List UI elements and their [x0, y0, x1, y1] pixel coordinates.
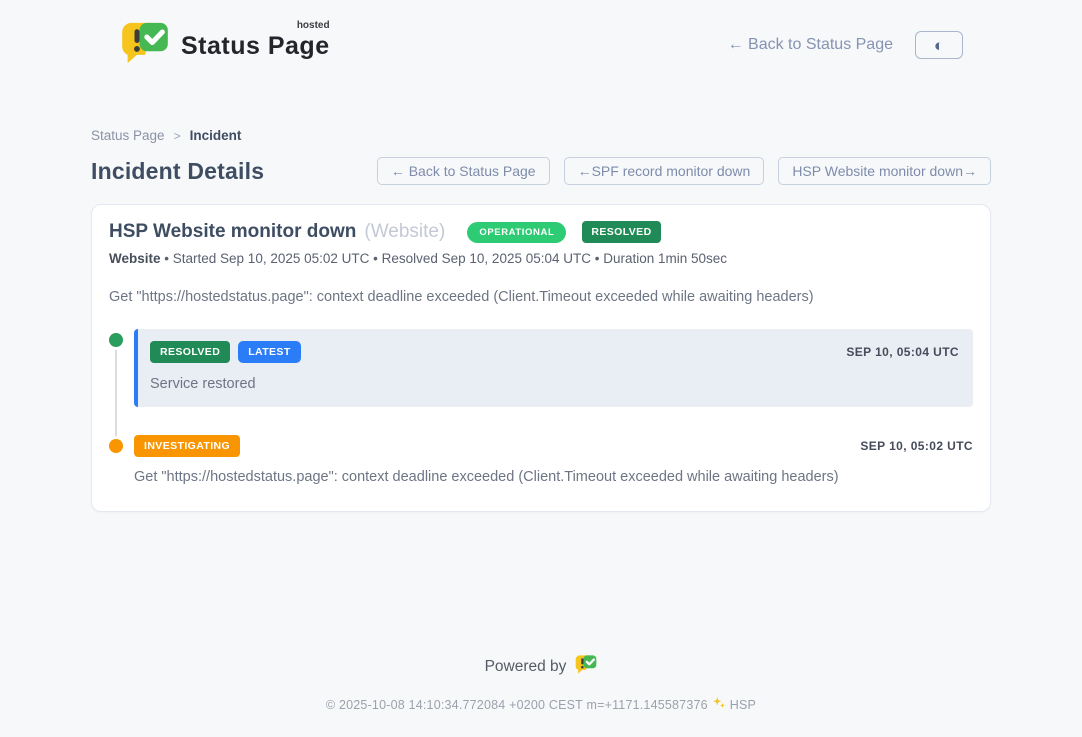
- timeline-entry-body: INVESTIGATING SEP 10, 05:02 UTC Get "htt…: [134, 435, 973, 485]
- breadcrumb-root[interactable]: Status Page: [91, 128, 165, 143]
- timeline-entry-body: RESOLVED LATEST SEP 10, 05:04 UTC Servic…: [134, 329, 973, 407]
- half-circle-theme-icon: ◐: [934, 37, 944, 54]
- prev-incident-button[interactable]: ←SPF record monitor down: [564, 157, 765, 185]
- header-right: ← Back to Status Page ◐: [728, 31, 963, 59]
- timeline-entry-investigating: INVESTIGATING SEP 10, 05:02 UTC Get "htt…: [109, 435, 973, 485]
- incident-card: HSP Website monitor down (Website) OPERA…: [91, 204, 991, 512]
- next-incident-button[interactable]: HSP Website monitor down→: [778, 157, 991, 185]
- main-content: Status Page > Incident Incident Details …: [91, 76, 991, 512]
- incident-meta-details: • Started Sep 10, 2025 05:02 UTC • Resol…: [164, 251, 727, 266]
- investigating-badge: INVESTIGATING: [134, 435, 240, 457]
- logo[interactable]: Status Page hosted: [119, 22, 330, 69]
- timeline-entry-resolved: RESOLVED LATEST SEP 10, 05:04 UTC Servic…: [109, 329, 973, 407]
- logo-text-wrap: Status Page hosted: [181, 22, 330, 61]
- header: Status Page hosted ← Back to Status Page…: [91, 14, 991, 76]
- timeline-message: Get "https://hostedstatus.page": context…: [134, 469, 973, 485]
- back-to-status-page-button[interactable]: ← Back to Status Page: [377, 157, 550, 185]
- sparkles-icon: [712, 696, 726, 713]
- operational-status-badge: OPERATIONAL: [467, 222, 566, 243]
- breadcrumb-separator: >: [174, 129, 181, 143]
- breadcrumb: Status Page > Incident: [91, 128, 991, 143]
- timeline-timestamp: SEP 10, 05:02 UTC: [860, 439, 973, 453]
- copyright: © 2025-10-08 14:10:34.772084 +0200 CEST …: [0, 696, 1082, 713]
- footer: Powered by © 2025-10-08 14:10:34.772084 …: [0, 635, 1082, 737]
- title-row: Incident Details ← Back to Status Page ←…: [91, 157, 991, 185]
- timeline-entry-head: INVESTIGATING SEP 10, 05:02 UTC: [134, 435, 973, 457]
- resolved-badge: RESOLVED: [150, 341, 230, 363]
- latest-badge: LATEST: [238, 341, 300, 363]
- timeline-dot-orange: [109, 439, 123, 453]
- incident-title: HSP Website monitor down: [109, 221, 356, 243]
- timeline-entry-head: RESOLVED LATEST SEP 10, 05:04 UTC: [150, 341, 959, 363]
- powered-by: Powered by: [0, 655, 1082, 679]
- page-title: Incident Details: [91, 158, 264, 185]
- status-page-logo-icon: [119, 22, 171, 69]
- breadcrumb-current: Incident: [190, 128, 242, 143]
- status-page-logo-icon[interactable]: [575, 655, 597, 679]
- copyright-text: © 2025-10-08 14:10:34.772084 +0200 CEST …: [326, 698, 708, 712]
- copyright-suffix: HSP: [730, 698, 756, 712]
- timeline-badges: INVESTIGATING: [134, 435, 240, 457]
- incident-title-row: HSP Website monitor down (Website) OPERA…: [109, 221, 973, 243]
- timeline-badges: RESOLVED LATEST: [150, 341, 301, 363]
- resolved-status-badge: RESOLVED: [582, 221, 660, 243]
- logo-hosted-label: hosted: [297, 20, 330, 31]
- timeline-dot-green: [109, 333, 123, 347]
- incident-timeline: RESOLVED LATEST SEP 10, 05:04 UTC Servic…: [109, 329, 973, 485]
- powered-by-label: Powered by: [485, 658, 567, 676]
- theme-toggle-button[interactable]: ◐: [915, 31, 963, 59]
- timeline-timestamp: SEP 10, 05:04 UTC: [846, 345, 959, 359]
- incident-meta: Website • Started Sep 10, 2025 05:02 UTC…: [109, 251, 973, 266]
- incident-component: Website: [109, 251, 161, 266]
- incident-description: Get "https://hostedstatus.page": context…: [109, 289, 973, 305]
- timeline-message: Service restored: [150, 376, 959, 392]
- incident-scope: (Website): [364, 221, 445, 243]
- incident-nav-buttons: ← Back to Status Page ←SPF record monito…: [377, 157, 991, 185]
- logo-text: Status Page: [181, 32, 330, 60]
- back-to-status-page-link[interactable]: ← Back to Status Page: [728, 36, 893, 54]
